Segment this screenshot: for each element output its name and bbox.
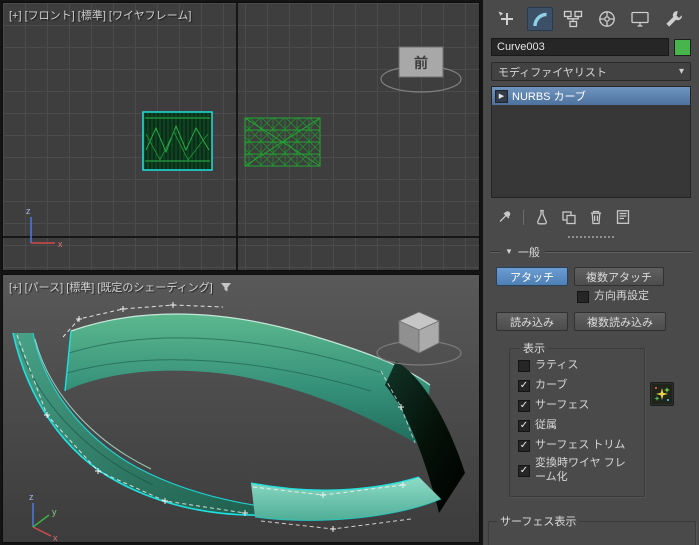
utilities-icon — [666, 11, 682, 27]
viewport-perspective[interactable]: z x y [+] [パース] [標準] [既定のシェーディング] — [2, 274, 480, 543]
stack-item-label: NURBS カーブ — [512, 91, 586, 103]
hierarchy-icon — [564, 10, 583, 28]
checkbox-surface-trims[interactable]: ✓ サーフェス トリム — [518, 436, 638, 456]
checkbox-reorient[interactable]: ✓ 方向再設定 — [577, 290, 691, 304]
tab-modify[interactable] — [526, 7, 553, 31]
viewport-front[interactable]: z x [+] [フロント] [標準] [ワイヤフレーム] 前 — [2, 2, 480, 271]
configure-modifier-sets-button[interactable] — [614, 208, 632, 226]
pin-stack-icon — [499, 211, 511, 222]
nurbs-object-wireframe-selected[interactable] — [142, 111, 213, 171]
axis-x-label: x — [58, 239, 63, 249]
checkbox-box[interactable]: ✓ — [518, 465, 530, 477]
motion-icon — [598, 11, 615, 27]
modifier-stack[interactable]: ▶ NURBS カーブ — [491, 86, 691, 198]
viewcube-face-label[interactable]: 前 — [414, 55, 428, 71]
tab-display[interactable] — [627, 7, 653, 31]
attach-button[interactable]: アタッチ — [496, 267, 568, 286]
checkbox-lattice[interactable]: ✓ ラティス — [518, 356, 638, 376]
check-icon: ✓ — [519, 464, 529, 476]
checkbox-surfaces[interactable]: ✓ サーフェス — [518, 396, 638, 416]
object-name-input[interactable] — [491, 38, 669, 56]
viewport-front-label-text[interactable]: [+] [フロント] [標準] [ワイヤフレーム] — [9, 7, 191, 23]
rollout-line — [490, 250, 500, 253]
modifier-list-label: モディファイヤリスト — [498, 66, 607, 79]
check-icon: ✓ — [519, 379, 529, 391]
checkbox-label: 変換時ワイヤ フレーム化 — [535, 457, 626, 483]
viewport-front-label[interactable]: [+] [フロント] [標準] [ワイヤフレーム] — [9, 7, 191, 23]
remove-modifier-button[interactable] — [587, 208, 605, 226]
checkbox-label: ラティス — [535, 359, 579, 372]
axis-x-label: x — [53, 533, 58, 542]
viewport-persp-label[interactable]: [+] [パース] [標準] [既定のシェーディング] — [9, 279, 232, 295]
tab-utilities[interactable] — [661, 7, 687, 31]
checkbox-label: サーフェス — [535, 399, 590, 412]
rollout-general-title: 一般 — [517, 246, 540, 259]
panel-resize-handle[interactable] — [568, 236, 614, 239]
checkbox-curves[interactable]: ✓ カーブ — [518, 376, 638, 396]
surface-display-title: サーフェス表示 — [500, 516, 577, 528]
attach-multiple-button[interactable]: 複数アタッチ — [574, 267, 664, 286]
rollout-general[interactable]: ▼ 一般 — [490, 244, 692, 259]
checkbox-box[interactable]: ✓ — [577, 291, 589, 303]
rollout-open-icon: ▼ — [505, 246, 513, 256]
tab-create[interactable] — [493, 7, 519, 31]
stack-item-nurbs-curve[interactable]: ▶ NURBS カーブ — [492, 87, 690, 105]
display-group-title: 表示 — [523, 343, 545, 355]
command-panel: モディファイヤリスト ▾ ▶ NURBS カーブ — [483, 0, 699, 545]
import-button[interactable]: 読み込み — [496, 312, 568, 331]
rollout-line — [544, 250, 692, 253]
display-icon — [631, 11, 650, 27]
axis-z-label: z — [26, 206, 31, 216]
pin-stack-button[interactable] — [496, 208, 514, 226]
object-color-swatch[interactable] — [674, 38, 691, 56]
checkbox-label: サーフェス トリム — [535, 439, 626, 452]
display-group: 表示 ✓ ラティス ✓ カーブ ✓ サーフェス ✓ 従属 — [509, 340, 645, 497]
checkbox-label: 方向再設定 — [594, 290, 649, 303]
viewcube-front[interactable]: 前 — [375, 43, 467, 95]
filter-icon[interactable] — [220, 282, 232, 293]
create-icon — [498, 11, 513, 25]
checkbox-wireframe-on-transform[interactable]: ✓ 変換時ワイヤ フレーム化 — [518, 456, 638, 486]
checkbox-box[interactable]: ✓ — [518, 440, 530, 452]
checkbox-box[interactable]: ✓ — [518, 420, 530, 432]
tab-motion[interactable] — [594, 7, 620, 31]
checkbox-label: カーブ — [535, 379, 568, 392]
remove-modifier-icon — [591, 210, 601, 225]
attach-row: アタッチ 複数アタッチ — [496, 267, 691, 286]
make-unique-button[interactable] — [560, 208, 578, 226]
modifier-list-dropdown[interactable]: モディファイヤリスト ▾ — [491, 62, 691, 81]
import-multiple-button[interactable]: 複数読み込み — [574, 312, 666, 331]
display-section: 表示 ✓ ラティス ✓ カーブ ✓ サーフェス ✓ 従属 — [483, 340, 699, 497]
viewport-persp-label-text[interactable]: [+] [パース] [標準] [既定のシェーディング] — [9, 279, 213, 295]
check-icon: ✓ — [519, 399, 529, 411]
make-unique-icon — [562, 211, 576, 225]
expand-icon[interactable]: ▶ — [495, 89, 508, 103]
chevron-down-icon: ▾ — [678, 66, 684, 77]
nurbs-object-wireframe-green[interactable] — [244, 117, 321, 167]
nurbs-toolbox-icon — [652, 384, 672, 404]
show-end-result-button[interactable] — [533, 208, 551, 226]
configure-modifier-sets-icon — [616, 210, 630, 224]
checkbox-label: 従属 — [535, 419, 557, 432]
checkbox-box[interactable]: ✓ — [518, 380, 530, 392]
command-panel-tabs — [483, 0, 699, 34]
check-icon: ✓ — [519, 419, 529, 431]
import-row: 読み込み 複数読み込み — [496, 312, 691, 331]
surface-display-group: サーフェス表示 — [488, 513, 696, 545]
nurbs-toolbox-button[interactable] — [650, 382, 674, 406]
check-icon: ✓ — [519, 439, 529, 451]
viewcube-persp[interactable] — [373, 303, 469, 369]
axis-z-label: z — [29, 492, 34, 502]
tab-hierarchy[interactable] — [560, 7, 586, 31]
toolbar-separator — [523, 209, 524, 225]
axis-y-label: y — [52, 507, 57, 517]
modify-icon — [532, 12, 547, 27]
checkbox-box[interactable]: ✓ — [518, 360, 530, 372]
modifier-stack-toolbar — [496, 207, 691, 227]
show-end-result-icon — [537, 209, 547, 225]
object-name-row — [491, 38, 691, 56]
checkbox-box[interactable]: ✓ — [518, 400, 530, 412]
app-window: z x [+] [フロント] [標準] [ワイヤフレーム] 前 z x y [+… — [0, 0, 699, 545]
checkbox-dependents[interactable]: ✓ 従属 — [518, 416, 638, 436]
